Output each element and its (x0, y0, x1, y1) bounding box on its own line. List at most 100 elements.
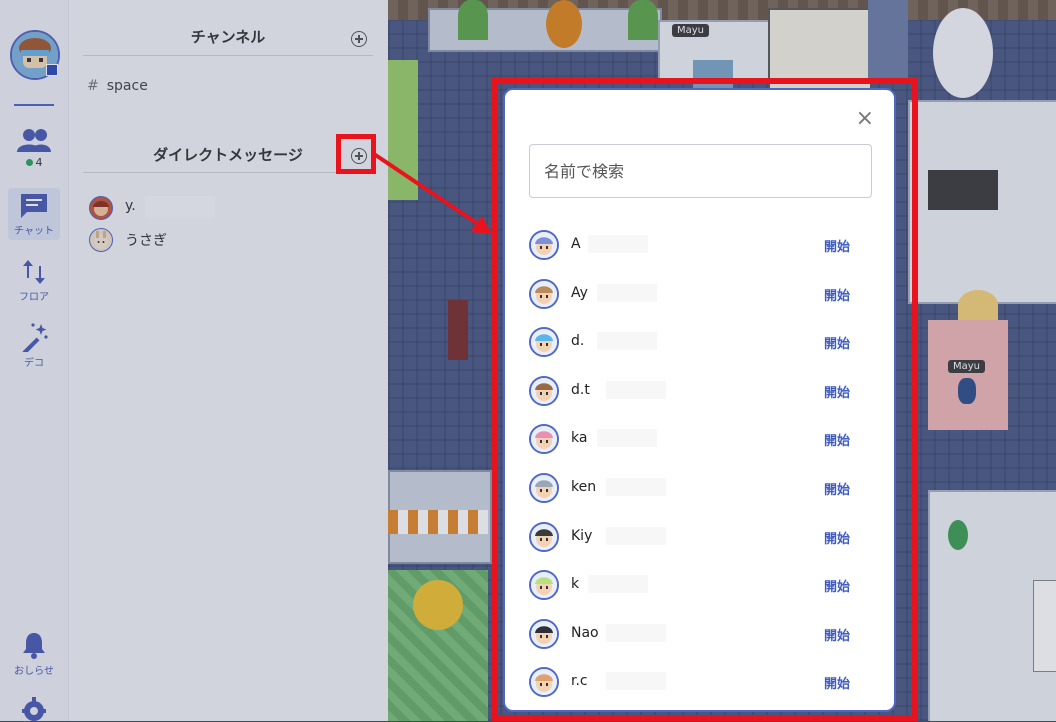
rail-floor[interactable]: フロア (0, 258, 68, 303)
map-umbrella (958, 290, 998, 320)
map-lamp (448, 300, 468, 360)
user-row[interactable]: A 開始 (529, 226, 874, 266)
user-avatar-icon (529, 278, 559, 309)
user-name: Kiy (571, 527, 593, 544)
rail-divider (14, 104, 54, 106)
channel-item-space[interactable]: # space (87, 78, 148, 94)
dm-name: うさぎ (125, 233, 167, 249)
status-square (46, 64, 58, 76)
user-name-redaction (606, 623, 666, 642)
user-name-redaction (588, 575, 648, 594)
user-row[interactable]: d.t 開始 (529, 372, 874, 412)
user-name: d.t (571, 381, 590, 398)
user-name: Ay (571, 284, 588, 301)
start-dm-button[interactable]: 開始 (824, 528, 850, 547)
start-dm-button[interactable]: 開始 (824, 479, 850, 498)
user-name: ka (571, 430, 588, 447)
channels-divider (83, 55, 373, 56)
user-row[interactable]: Kiy 開始 (529, 518, 874, 558)
map-room-floor (928, 320, 1008, 430)
start-dm-button[interactable]: 開始 (824, 333, 850, 352)
map-awning (388, 510, 488, 534)
user-name-redaction (597, 283, 657, 302)
map-palm-tree (458, 0, 488, 40)
gear-icon (22, 697, 46, 721)
map-piano (928, 170, 998, 210)
map-sunflower (413, 580, 463, 630)
dm-name: y. (125, 198, 136, 214)
user-avatar-icon (529, 424, 559, 455)
rail-floor-label: フロア (19, 292, 49, 303)
map-snowman (933, 8, 993, 98)
user-avatar-icon (529, 473, 559, 503)
user-row[interactable]: d. 開始 (529, 323, 874, 363)
map-player-tag-top: Mayu (658, 20, 732, 40)
player-name-tag: Mayu (672, 24, 710, 37)
chat-bubble-icon (21, 194, 47, 218)
user-name: ken (571, 479, 597, 495)
user-avatar-icon (529, 230, 559, 260)
start-dm-button[interactable]: 開始 (824, 625, 850, 644)
start-dm-button[interactable]: 開始 (824, 382, 850, 401)
channel-name: space (106, 78, 148, 94)
map-fridge (1033, 580, 1056, 672)
rail-chat[interactable]: チャット (0, 188, 68, 240)
player-sprite[interactable] (958, 378, 976, 404)
user-row[interactable]: Ay 開始 (529, 275, 874, 315)
swap-arrows-icon (23, 260, 45, 284)
user-name-redaction (597, 332, 657, 351)
map-plant (546, 0, 582, 48)
user-avatar-icon (529, 327, 559, 358)
start-dm-button[interactable]: 開始 (824, 285, 850, 304)
user-avatar-icon (529, 521, 559, 552)
rail-notifications-label: おしらせ (14, 666, 54, 677)
user-name-redaction (606, 380, 666, 399)
rail-chat-highlight: チャット (8, 188, 60, 240)
people-icon (17, 129, 51, 152)
user-row[interactable]: ken 開始 (529, 469, 874, 509)
user-avatar-icon (529, 375, 559, 406)
user-name: k (571, 576, 580, 593)
user-name-redaction (597, 429, 657, 448)
rail-deco-label: デコ (24, 358, 44, 369)
user-name-redaction (606, 478, 666, 496)
icon-rail: 4 チャット フロア デコ おしらせ (0, 0, 69, 721)
user-avatar-icon (529, 667, 559, 698)
user-name: A (571, 236, 581, 252)
members-button[interactable]: 4 (0, 128, 68, 169)
user-row[interactable]: r.c 開始 (529, 663, 874, 703)
map-wall-block (868, 0, 908, 80)
rail-notifications[interactable]: おしらせ (0, 630, 68, 677)
rail-chat-label: チャット (14, 226, 54, 237)
channels-title: チャンネル (190, 28, 266, 46)
start-dm-button[interactable]: 開始 (824, 236, 850, 255)
rail-settings[interactable] (0, 696, 68, 722)
start-dm-button[interactable]: 開始 (824, 576, 850, 595)
user-name: Nao (571, 624, 599, 641)
user-name: r.c (571, 673, 588, 690)
user-row[interactable]: k 開始 (529, 566, 874, 606)
start-dm-button[interactable]: 開始 (824, 430, 850, 449)
hash-icon: # (87, 78, 99, 94)
bell-icon (23, 633, 45, 659)
add-channel-plus-icon[interactable] (351, 31, 367, 47)
rail-deco[interactable]: デコ (0, 322, 68, 369)
new-dm-modal: × A 開始 Ay 開始 d. 開始 d.t 開始 ka 開始 ken 開始 Kiy 開始 k 開始 Nao 開始… (503, 88, 896, 712)
map-palm-tree (628, 0, 658, 40)
user-name: d. (571, 333, 585, 350)
online-count: 4 (0, 156, 68, 169)
online-dot-icon (25, 159, 33, 166)
user-row[interactable]: Nao 開始 (529, 615, 874, 655)
start-dm-button[interactable]: 開始 (824, 673, 850, 692)
user-row[interactable]: ka 開始 (529, 420, 874, 460)
user-avatar-icon (529, 570, 559, 601)
dm-name-redaction (145, 196, 215, 218)
player-name-tag: Mayu (948, 360, 986, 373)
dm-avatar-icon (89, 196, 113, 220)
user-avatar-icon (529, 618, 559, 649)
map-potted-plant (948, 520, 968, 550)
dm-avatar-icon (89, 228, 113, 252)
user-name-redaction (588, 235, 648, 253)
search-input[interactable] (529, 144, 872, 198)
close-icon[interactable]: × (856, 108, 874, 130)
